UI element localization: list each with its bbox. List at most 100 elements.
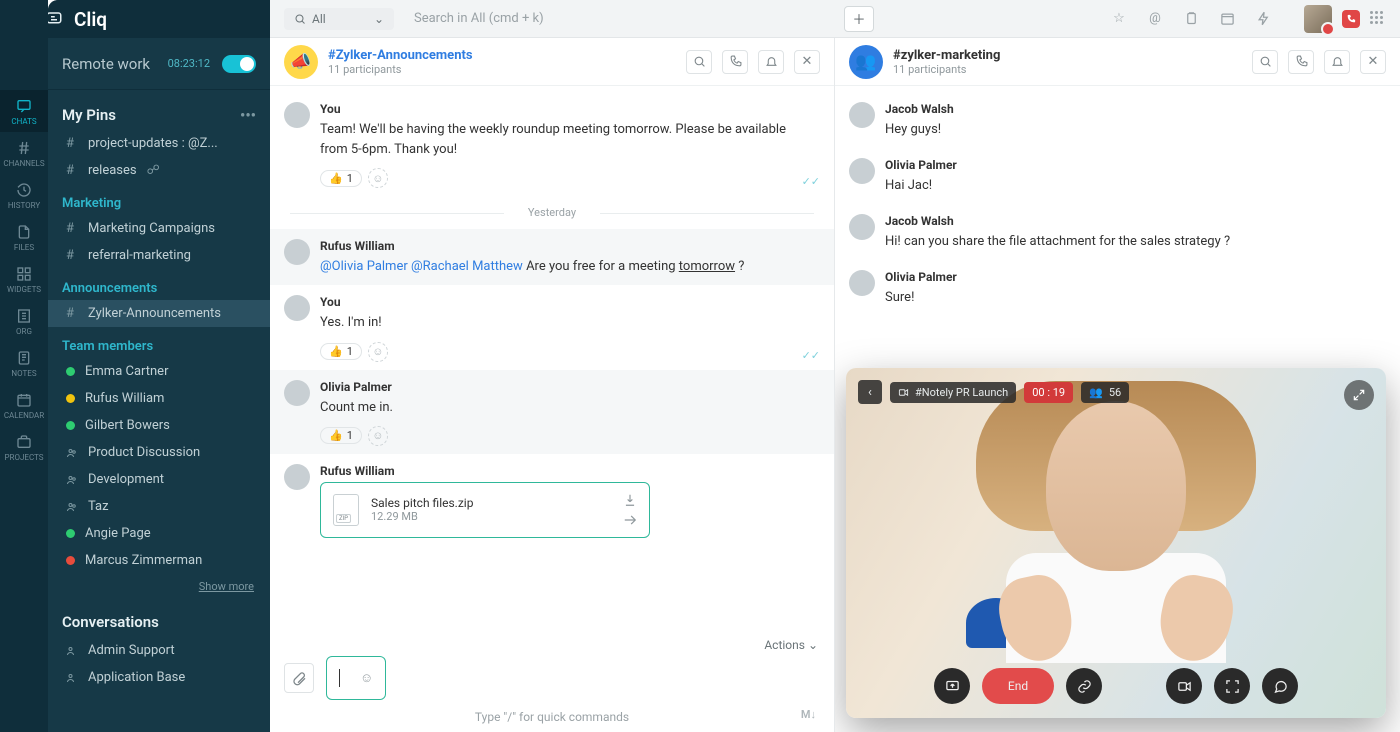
mention-icon[interactable]: @ bbox=[1142, 11, 1168, 26]
apps-grid-icon[interactable] bbox=[1370, 11, 1386, 27]
add-reaction-button[interactable]: ☺ bbox=[368, 168, 388, 188]
rail-widgets[interactable]: WIDGETS bbox=[0, 258, 48, 300]
screenshare-button[interactable] bbox=[934, 668, 970, 704]
attach-button[interactable] bbox=[284, 663, 314, 693]
link-button[interactable] bbox=[1066, 668, 1102, 704]
video-back-button[interactable]: ‹ bbox=[858, 380, 882, 404]
dm-item[interactable]: Angie Page bbox=[48, 520, 270, 547]
dm-item[interactable]: Development bbox=[48, 466, 270, 493]
rail-chats[interactable]: CHATS bbox=[0, 90, 48, 132]
conversation-item[interactable]: Application Base bbox=[48, 664, 270, 691]
message: Jacob WalshHey guys! bbox=[835, 92, 1400, 148]
message: Rufus William Sales pitch files.zip 12.2… bbox=[270, 454, 834, 546]
forward-icon[interactable] bbox=[623, 513, 637, 527]
rail-history[interactable]: HISTORY bbox=[0, 174, 48, 216]
rail-notes[interactable]: NOTES bbox=[0, 342, 48, 384]
avatar bbox=[284, 295, 310, 321]
reaction[interactable]: 👍 1 bbox=[320, 343, 362, 360]
fullscreen-button[interactable] bbox=[1214, 668, 1250, 704]
header-close-button[interactable]: ✕ bbox=[1360, 50, 1386, 74]
video-call-overlay: ‹ #Notely PR Launch 00 : 19 👥 56 End bbox=[846, 368, 1386, 718]
show-more-link[interactable]: Show more bbox=[48, 574, 270, 607]
channel-icon: 📣 bbox=[284, 45, 318, 79]
header-search-button[interactable] bbox=[686, 50, 712, 74]
dm-item[interactable]: Rufus William bbox=[48, 385, 270, 412]
message: Olivia PalmerSure! bbox=[835, 260, 1400, 316]
header-search-button[interactable] bbox=[1252, 50, 1278, 74]
date-divider: Yesterday bbox=[270, 206, 834, 219]
section-marketing[interactable]: Marketing bbox=[48, 184, 270, 215]
dm-item[interactable]: Gilbert Bowers bbox=[48, 412, 270, 439]
channel-item-selected[interactable]: #Zylker-Announcements bbox=[48, 300, 270, 327]
header-call-button[interactable] bbox=[722, 50, 748, 74]
rail-org[interactable]: ORG bbox=[0, 300, 48, 342]
video-title-chip: #Notely PR Launch bbox=[890, 382, 1016, 403]
section-team[interactable]: Team members bbox=[48, 327, 270, 358]
dm-item[interactable]: Marcus Zimmerman bbox=[48, 547, 270, 574]
reaction[interactable]: 👍 1 bbox=[320, 170, 362, 187]
search-scope-dropdown[interactable]: All ⌄ bbox=[284, 8, 394, 30]
chat-button[interactable] bbox=[1262, 668, 1298, 704]
rail-files[interactable]: FILES bbox=[0, 216, 48, 258]
channel-item[interactable]: #Marketing Campaigns bbox=[48, 215, 270, 242]
brand-name: Cliq bbox=[74, 8, 107, 31]
add-button[interactable]: ＋ bbox=[844, 6, 874, 32]
header-bell-button[interactable] bbox=[1324, 50, 1350, 74]
avatar bbox=[284, 239, 310, 265]
message-composer[interactable]: ☺ bbox=[326, 656, 386, 700]
dm-item[interactable]: Taz bbox=[48, 493, 270, 520]
bolt-icon[interactable] bbox=[1250, 11, 1276, 26]
channel-title[interactable]: #Zylker-Announcements bbox=[328, 48, 473, 63]
avatar bbox=[284, 380, 310, 406]
rail-projects[interactable]: PROJECTS bbox=[0, 426, 48, 468]
logo-icon bbox=[48, 10, 64, 28]
message: Rufus William @Olivia Palmer @Rachael Ma… bbox=[270, 229, 834, 285]
add-reaction-button[interactable]: ☺ bbox=[368, 426, 388, 446]
header-close-button[interactable]: ✕ bbox=[794, 50, 820, 74]
user-avatar[interactable] bbox=[1304, 5, 1332, 33]
add-reaction-button[interactable]: ☺ bbox=[368, 342, 388, 362]
status-toggle[interactable] bbox=[222, 55, 256, 73]
mention[interactable]: @Rachael Matthew bbox=[411, 259, 523, 274]
dm-item[interactable]: Product Discussion bbox=[48, 439, 270, 466]
pin-item[interactable]: #project-updates : @Z... bbox=[48, 130, 270, 157]
clipboard-icon[interactable] bbox=[1178, 11, 1204, 26]
search-input[interactable]: Search in All (cmd + k) bbox=[404, 7, 834, 30]
record-button[interactable] bbox=[1166, 668, 1202, 704]
emoji-icon[interactable]: ☺ bbox=[360, 670, 373, 686]
channel-subtitle: 11 participants bbox=[893, 63, 1000, 76]
channel-item[interactable]: #referral-marketing bbox=[48, 242, 270, 269]
message: Jacob WalshHi! can you share the file at… bbox=[835, 204, 1400, 260]
conversation-item[interactable]: Admin Support bbox=[48, 637, 270, 664]
calendar-icon[interactable] bbox=[1214, 11, 1240, 26]
section-announcements[interactable]: Announcements bbox=[48, 269, 270, 300]
header-call-button[interactable] bbox=[1288, 50, 1314, 74]
link-icon: ☍ bbox=[147, 163, 160, 178]
mention[interactable]: @Olivia Palmer bbox=[320, 259, 408, 274]
pins-header: My Pins ••• bbox=[48, 100, 270, 130]
channel-subtitle: 11 participants bbox=[328, 63, 473, 76]
read-receipt-icon: ✓✓ bbox=[802, 175, 820, 188]
pin-item[interactable]: #releases☍ bbox=[48, 157, 270, 184]
nav-rail: CHATS CHANNELS HISTORY FILES WIDGETS ORG… bbox=[0, 0, 48, 732]
dm-item[interactable]: Emma Cartner bbox=[48, 358, 270, 385]
expand-icon[interactable] bbox=[1344, 380, 1374, 410]
video-timer: 00 : 19 bbox=[1024, 382, 1073, 403]
reaction[interactable]: 👍 1 bbox=[320, 427, 362, 444]
end-call-button[interactable]: End bbox=[982, 668, 1054, 704]
search-icon bbox=[294, 13, 306, 25]
channel-title[interactable]: #zylker-marketing bbox=[893, 48, 1000, 63]
header-bell-button[interactable] bbox=[758, 50, 784, 74]
markdown-badge: M↓ bbox=[801, 708, 816, 721]
download-icon[interactable] bbox=[623, 493, 637, 507]
file-attachment[interactable]: Sales pitch files.zip 12.29 MB bbox=[320, 482, 650, 538]
actions-dropdown[interactable]: Actions ⌄ bbox=[270, 634, 834, 656]
video-viewers[interactable]: 👥 56 bbox=[1081, 382, 1129, 403]
star-icon[interactable]: ☆ bbox=[1106, 11, 1132, 26]
phone-badge[interactable] bbox=[1342, 10, 1360, 28]
status-bar: Remote work 08:23:12 bbox=[48, 38, 270, 90]
pins-more-icon[interactable]: ••• bbox=[240, 106, 256, 124]
rail-calendar[interactable]: CALENDAR bbox=[0, 384, 48, 426]
rail-channels[interactable]: CHANNELS bbox=[0, 132, 48, 174]
status-text[interactable]: Remote work bbox=[62, 55, 150, 73]
